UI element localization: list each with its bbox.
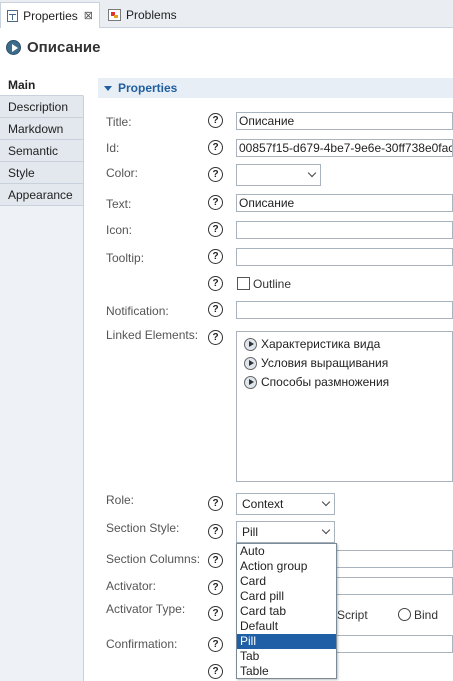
close-tab-icon[interactable]: ⊠	[84, 9, 93, 22]
help-icon[interactable]: ?	[208, 524, 223, 539]
dropdown-option-selected[interactable]: Pill	[237, 634, 336, 649]
help-icon[interactable]: ?	[208, 167, 223, 182]
dropdown-option[interactable]: Card pill	[237, 589, 336, 604]
section-title: Properties	[118, 81, 178, 95]
tab-properties-label: Properties	[23, 8, 78, 23]
help-icon[interactable]: ?	[208, 222, 223, 237]
list-item-label: Условия выращивания	[261, 356, 389, 370]
collapse-triangle-icon[interactable]	[104, 85, 112, 91]
help-icon[interactable]: ?	[208, 140, 223, 155]
section-style-combo[interactable]: Pill	[236, 521, 335, 543]
page-title: Описание	[27, 38, 101, 56]
tooltip-field[interactable]	[236, 248, 453, 266]
element-play-icon	[244, 356, 257, 370]
radio-bind-label: Bind	[414, 608, 439, 622]
id-label: Id:	[106, 141, 120, 155]
list-item[interactable]: Условия выращивания	[244, 356, 388, 370]
text-label: Text:	[106, 197, 132, 211]
tab-properties[interactable]: Properties ⊠	[0, 2, 100, 28]
role-label: Role:	[106, 493, 135, 507]
properties-view-icon	[7, 9, 19, 22]
help-icon[interactable]: ?	[208, 276, 223, 291]
outline-checkbox[interactable]	[237, 277, 250, 290]
element-play-icon	[244, 337, 257, 351]
dropdown-option[interactable]: Tab	[237, 649, 336, 664]
help-icon[interactable]: ?	[208, 496, 223, 511]
radio-script-label: Script	[337, 608, 368, 622]
dropdown-option[interactable]: Card tab	[237, 604, 336, 619]
tab-problems[interactable]: Problems	[102, 2, 194, 28]
view-tab-bar: Properties ⊠ Problems	[0, 0, 453, 28]
section-columns-label: Section Columns:	[106, 552, 201, 566]
properties-header: Описание	[6, 36, 100, 58]
dropdown-option[interactable]: Auto	[237, 544, 336, 559]
problems-view-icon	[108, 9, 121, 21]
help-icon[interactable]: ?	[208, 330, 223, 345]
color-label: Color:	[106, 166, 139, 180]
element-play-icon	[6, 39, 21, 55]
dropdown-option[interactable]: Default	[237, 619, 336, 634]
activator-type-label: Activator Type:	[106, 602, 186, 616]
help-icon[interactable]: ?	[208, 664, 223, 679]
dropdown-option[interactable]: Card	[237, 574, 336, 589]
list-item-label: Характеристика вида	[261, 337, 381, 351]
section-style-value: Pill	[242, 525, 259, 539]
list-item[interactable]: Характеристика вида	[244, 337, 380, 351]
list-item-label: Способы размножения	[261, 375, 390, 389]
activator-label: Activator:	[106, 579, 157, 593]
id-field[interactable]: 00857f15-d679-4be7-9e6e-30ff738e0fac	[236, 139, 453, 157]
help-icon[interactable]: ?	[208, 302, 223, 317]
outline-label: Outline	[253, 277, 292, 291]
chevron-down-icon	[307, 168, 317, 178]
icon-field[interactable]	[236, 221, 453, 239]
vtab-appearance[interactable]: Appearance	[0, 184, 83, 206]
role-value: Context	[242, 497, 284, 511]
notification-label: Notification:	[106, 304, 169, 318]
help-icon[interactable]: ?	[208, 113, 223, 128]
vtab-description[interactable]: Description	[0, 96, 83, 118]
help-icon[interactable]: ?	[208, 637, 223, 652]
confirmation-field[interactable]	[336, 635, 453, 653]
activator-field[interactable]	[336, 577, 453, 595]
color-combo[interactable]	[236, 164, 321, 186]
dropdown-option[interactable]: Table	[237, 664, 336, 679]
dropdown-option[interactable]: Action group	[237, 559, 336, 574]
chevron-down-icon	[321, 497, 331, 507]
property-tabs: Main Description Markdown Semantic Style…	[0, 74, 84, 681]
list-item[interactable]: Способы размножения	[244, 375, 389, 389]
help-icon[interactable]: ?	[208, 553, 223, 568]
vtab-style[interactable]: Style	[0, 162, 83, 184]
linked-elements-label: Linked Elements:	[106, 328, 199, 342]
help-icon[interactable]: ?	[208, 195, 223, 210]
help-icon[interactable]: ?	[208, 249, 223, 264]
notification-field[interactable]	[236, 301, 453, 319]
help-icon[interactable]: ?	[208, 606, 223, 621]
tab-problems-label: Problems	[126, 8, 177, 22]
linked-elements-list[interactable]: Характеристика вида Условия выращивания …	[236, 331, 453, 482]
title-field[interactable]: Описание	[236, 112, 453, 130]
vtab-main[interactable]: Main	[0, 74, 84, 96]
section-style-dropdown[interactable]: Auto Action group Card Card pill Card ta…	[236, 543, 337, 679]
section-columns-field[interactable]	[336, 550, 453, 568]
confirmation-label: Confirmation:	[106, 637, 178, 651]
element-play-icon	[244, 375, 257, 389]
properties-section-header[interactable]: Properties	[98, 78, 453, 98]
vtab-markdown[interactable]: Markdown	[0, 118, 83, 140]
icon-label: Icon:	[106, 223, 133, 237]
radio-bind[interactable]	[398, 608, 411, 621]
title-label: Title:	[106, 115, 132, 129]
chevron-down-icon	[321, 525, 331, 535]
role-combo[interactable]: Context	[236, 493, 335, 515]
help-icon[interactable]: ?	[208, 580, 223, 595]
tooltip-label: Tooltip:	[106, 251, 145, 265]
vtab-semantic[interactable]: Semantic	[0, 140, 83, 162]
text-field[interactable]: Описание	[236, 194, 453, 212]
section-style-label: Section Style:	[106, 521, 180, 535]
